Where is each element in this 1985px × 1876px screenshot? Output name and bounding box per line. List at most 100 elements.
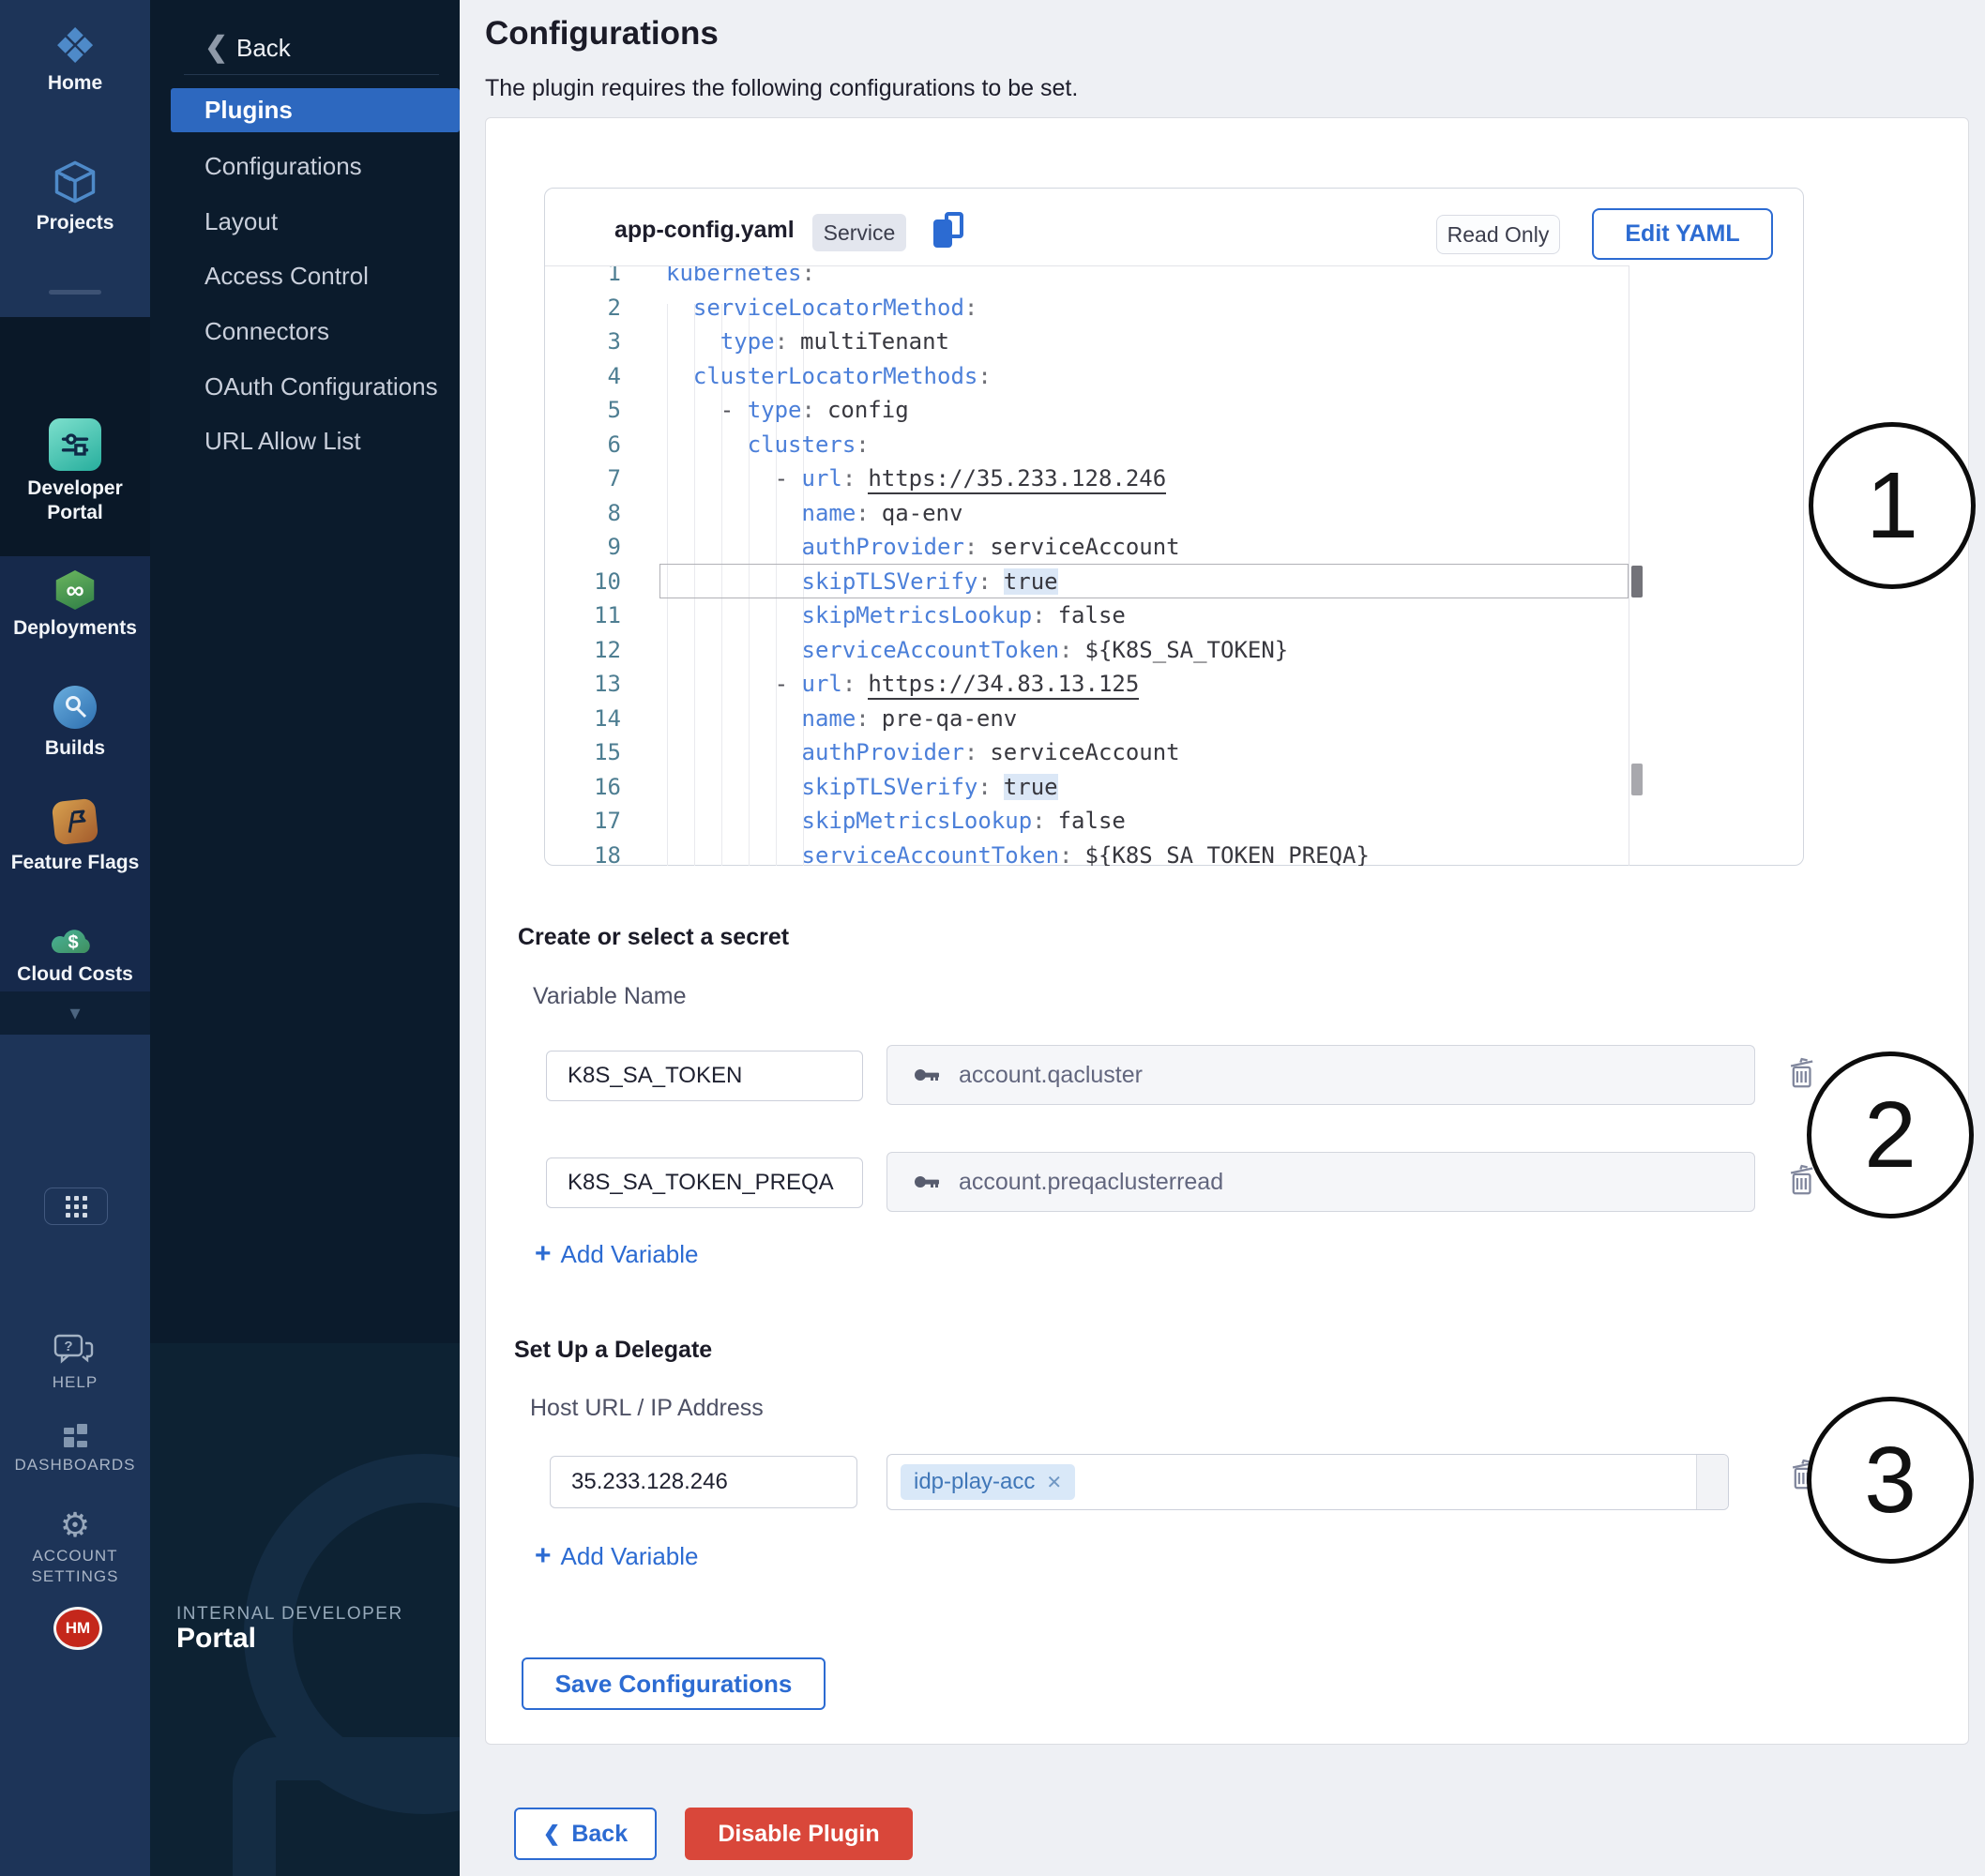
code-line: 1kubernetes: (545, 265, 1629, 291)
delegate-section-title: Set Up a Delegate (514, 1337, 712, 1364)
remove-tag-icon[interactable]: ✕ (1046, 1471, 1062, 1494)
plus-icon: + (535, 1540, 552, 1572)
screen: ❖ Home Projects Developer Po (0, 0, 1985, 1876)
read-only-badge: Read Only (1436, 215, 1560, 254)
add-variable-label: Add Variable (561, 1240, 699, 1269)
disable-plugin-button[interactable]: Disable Plugin (685, 1808, 913, 1860)
grid-icon (66, 1196, 87, 1218)
chevron-down-icon: ▾ (69, 1001, 80, 1025)
code-line: 2 serviceLocatorMethod: (545, 291, 1629, 325)
subnav-divider (184, 74, 439, 75)
sidebar-item-label: ACCOUNT SETTINGS (0, 1546, 150, 1587)
builds-icon (53, 686, 97, 729)
code-line: 9 authProvider:serviceAccount (545, 530, 1629, 565)
delegate-tag-chip: idp-play-acc ✕ (901, 1464, 1075, 1500)
sidebar-item-label: Deployments (0, 616, 150, 641)
variable-name-input[interactable]: K8S_SA_TOKEN (546, 1051, 863, 1101)
variable-name-input[interactable]: K8S_SA_TOKEN_PREQA (546, 1157, 863, 1208)
sidebar-item-cloud-costs[interactable]: $ Cloud Costs (0, 919, 150, 987)
code-line: 4 clusterLocatorMethods: (545, 359, 1629, 394)
code-viewport: 1kubernetes: 2 serviceLocatorMethod: 3 t… (545, 265, 1629, 866)
sidebar-item-developer-portal[interactable]: Developer Portal (0, 418, 150, 525)
delegate-tags-field[interactable]: idp-play-acc ✕ (886, 1454, 1729, 1510)
save-configurations-button[interactable]: Save Configurations (522, 1657, 826, 1710)
variable-name-label: Variable Name (533, 983, 687, 1010)
gear-icon: ⚙ (0, 1508, 150, 1542)
annotation-marker-1: 1 (1809, 422, 1976, 589)
help-chat-icon: ? (53, 1334, 97, 1368)
code-line: 10 skipTLSVerify:true (545, 565, 1629, 599)
page-title: Configurations (485, 15, 719, 53)
cube-icon (51, 158, 99, 206)
back-label: Back (571, 1821, 628, 1848)
trash-icon[interactable] (1786, 1055, 1820, 1091)
subnav-item-layout[interactable]: Layout (171, 199, 460, 244)
edit-yaml-button[interactable]: Edit YAML (1592, 208, 1773, 260)
code-line: 14 name:pre-qa-env (545, 702, 1629, 736)
sidebar-collapse-chevron[interactable]: ▾ (0, 991, 150, 1035)
sidebar-item-label: HELP (0, 1372, 150, 1393)
host-url-input[interactable]: 35.233.128.246 (550, 1456, 857, 1508)
back-button[interactable]: ❮ Back (514, 1808, 657, 1860)
deployments-icon: ∞ (53, 570, 97, 610)
secret-select-field[interactable]: account.qacluster (886, 1045, 1755, 1105)
code-line: 8 name:qa-env (545, 496, 1629, 531)
code-line: 18 serviceAccountToken:${K8S_SA_TOKEN_PR… (545, 839, 1629, 867)
subnav-item-connectors[interactable]: Connectors (171, 309, 460, 354)
code-line: 6 clusters: (545, 428, 1629, 462)
sidebar-item-deployments[interactable]: ∞ Deployments (0, 570, 150, 641)
code-line: 5 - type:config (545, 393, 1629, 428)
code-line: 7 - url:https://35.233.128.246 (545, 461, 1629, 496)
annotation-marker-3: 3 (1807, 1397, 1974, 1564)
secret-select-field[interactable]: account.preqaclusterread (886, 1152, 1755, 1212)
sidebar-item-projects[interactable]: Projects (0, 158, 150, 235)
field-end-cap (1696, 1455, 1728, 1509)
subnav-back-button[interactable]: Back (236, 34, 291, 63)
subnav-footer-title: Portal (176, 1623, 256, 1655)
subnav-item-url-allow-list[interactable]: URL Allow List (171, 418, 460, 463)
sidebar-item-label: Home (0, 71, 150, 96)
key-icon (912, 1167, 942, 1197)
sidebar-item-label: Developer Portal (0, 477, 150, 525)
secret-section-title: Create or select a secret (518, 924, 789, 951)
subnav-item-plugins[interactable]: Plugins (171, 88, 460, 132)
scrollbar-thumb[interactable] (1631, 566, 1643, 598)
secret-value: account.preqaclusterread (959, 1169, 1223, 1196)
key-icon (912, 1060, 942, 1090)
add-variable-label: Add Variable (561, 1542, 699, 1571)
code-line: 11 skipMetricsLookup:false (545, 598, 1629, 633)
code-line: 13 - url:https://34.83.13.125 (545, 667, 1629, 702)
copy-icon[interactable] (933, 212, 971, 251)
sidebar-item-dashboards[interactable]: DASHBOARDS (0, 1424, 150, 1475)
service-badge: Service (812, 214, 906, 251)
sidebar-item-home[interactable]: ❖ Home (0, 23, 150, 96)
sidebar-item-label: Builds (0, 736, 150, 761)
module-picker-button[interactable] (44, 1188, 108, 1225)
avatar[interactable]: HM (53, 1607, 102, 1650)
code-line: 12 serviceAccountToken:${K8S_SA_TOKEN} (545, 633, 1629, 668)
sidebar-item-help[interactable]: ? HELP (0, 1334, 150, 1393)
delegate-tag-label: idp-play-acc (914, 1469, 1035, 1495)
yaml-filename: app-config.yaml (614, 217, 795, 244)
add-variable-button[interactable]: + Add Variable (535, 1238, 698, 1270)
sidebar-item-account-settings[interactable]: ⚙ ACCOUNT SETTINGS (0, 1508, 150, 1587)
sidebar-item-label: Cloud Costs (0, 962, 150, 987)
subnav-footer-kicker: INTERNAL DEVELOPER (176, 1604, 403, 1625)
code-line: 17 skipMetricsLookup:false (545, 804, 1629, 839)
sidebar-item-builds[interactable]: Builds (0, 686, 150, 761)
sidebar-item-feature-flags[interactable]: Feature Flags (0, 800, 150, 875)
subnav-item-oauth-configurations[interactable]: OAuth Configurations (171, 364, 460, 409)
secret-value: account.qacluster (959, 1062, 1143, 1089)
chevron-left-icon: ❮ (205, 31, 228, 64)
subnav-item-access-control[interactable]: Access Control (171, 253, 460, 298)
dashboards-icon (64, 1424, 87, 1447)
decor-rounded-rect (233, 1737, 460, 1876)
code-content: 1kubernetes: 2 serviceLocatorMethod: 3 t… (545, 265, 1629, 866)
plus-icon: + (535, 1238, 552, 1270)
annotation-marker-2: 2 (1807, 1051, 1974, 1218)
subnav-item-configurations[interactable]: Configurations (171, 144, 460, 189)
code-line: 16 skipTLSVerify:true (545, 770, 1629, 805)
code-line: 15 authProvider:serviceAccount (545, 735, 1629, 770)
add-variable-button[interactable]: + Add Variable (535, 1540, 698, 1572)
svg-text:$: $ (68, 932, 78, 953)
